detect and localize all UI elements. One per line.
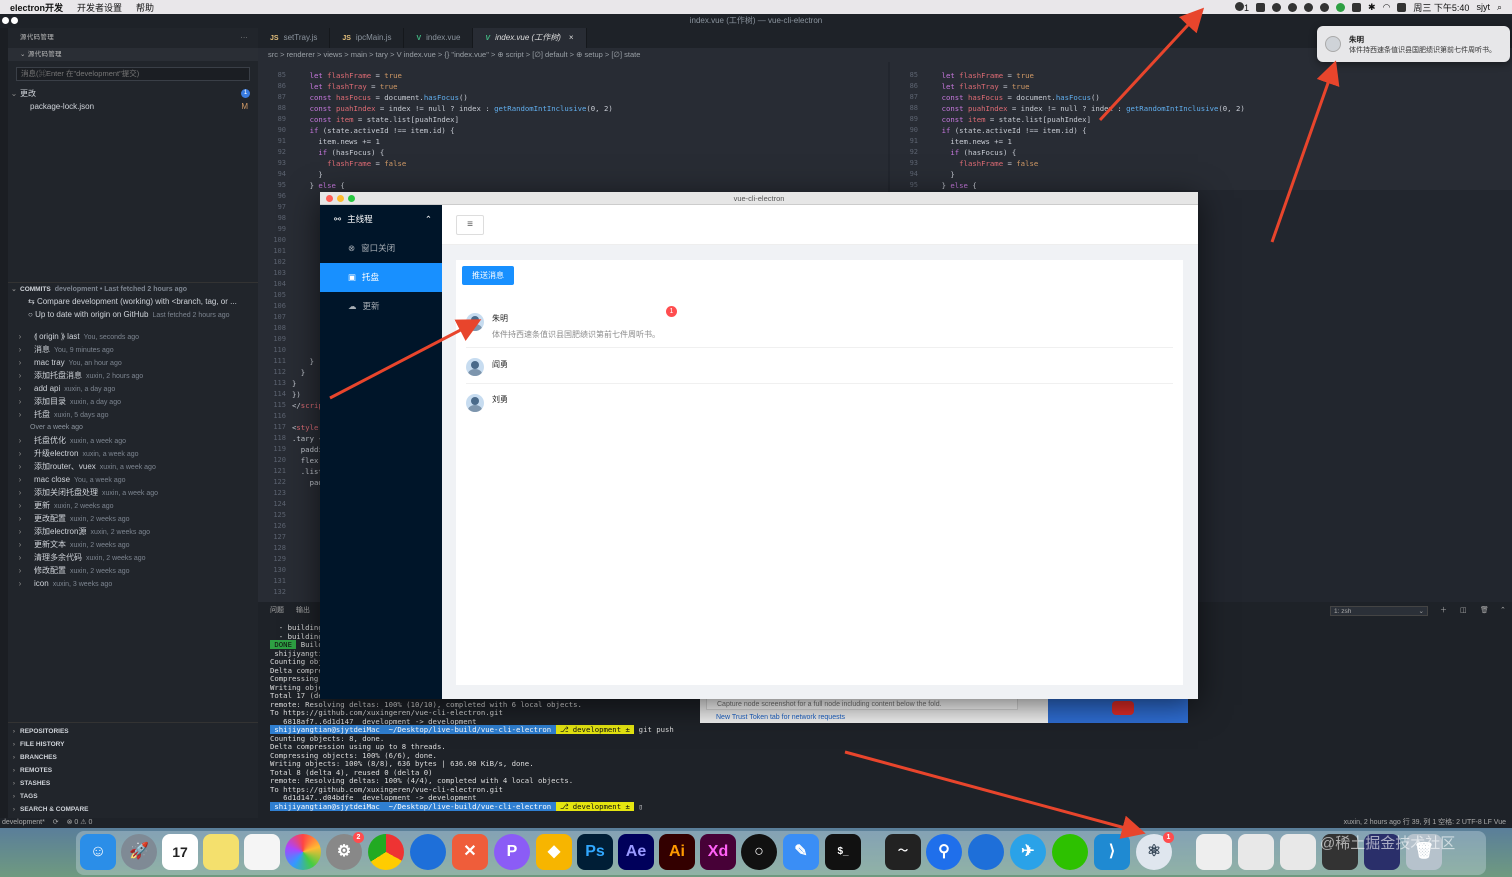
arrow-to-dock: [844, 750, 1146, 839]
arrow-to-tray: [1098, 7, 1205, 122]
annotation-arrows: [329, 7, 1340, 839]
arrow-to-notification: [1270, 60, 1340, 243]
arrow-to-message: [329, 319, 482, 400]
